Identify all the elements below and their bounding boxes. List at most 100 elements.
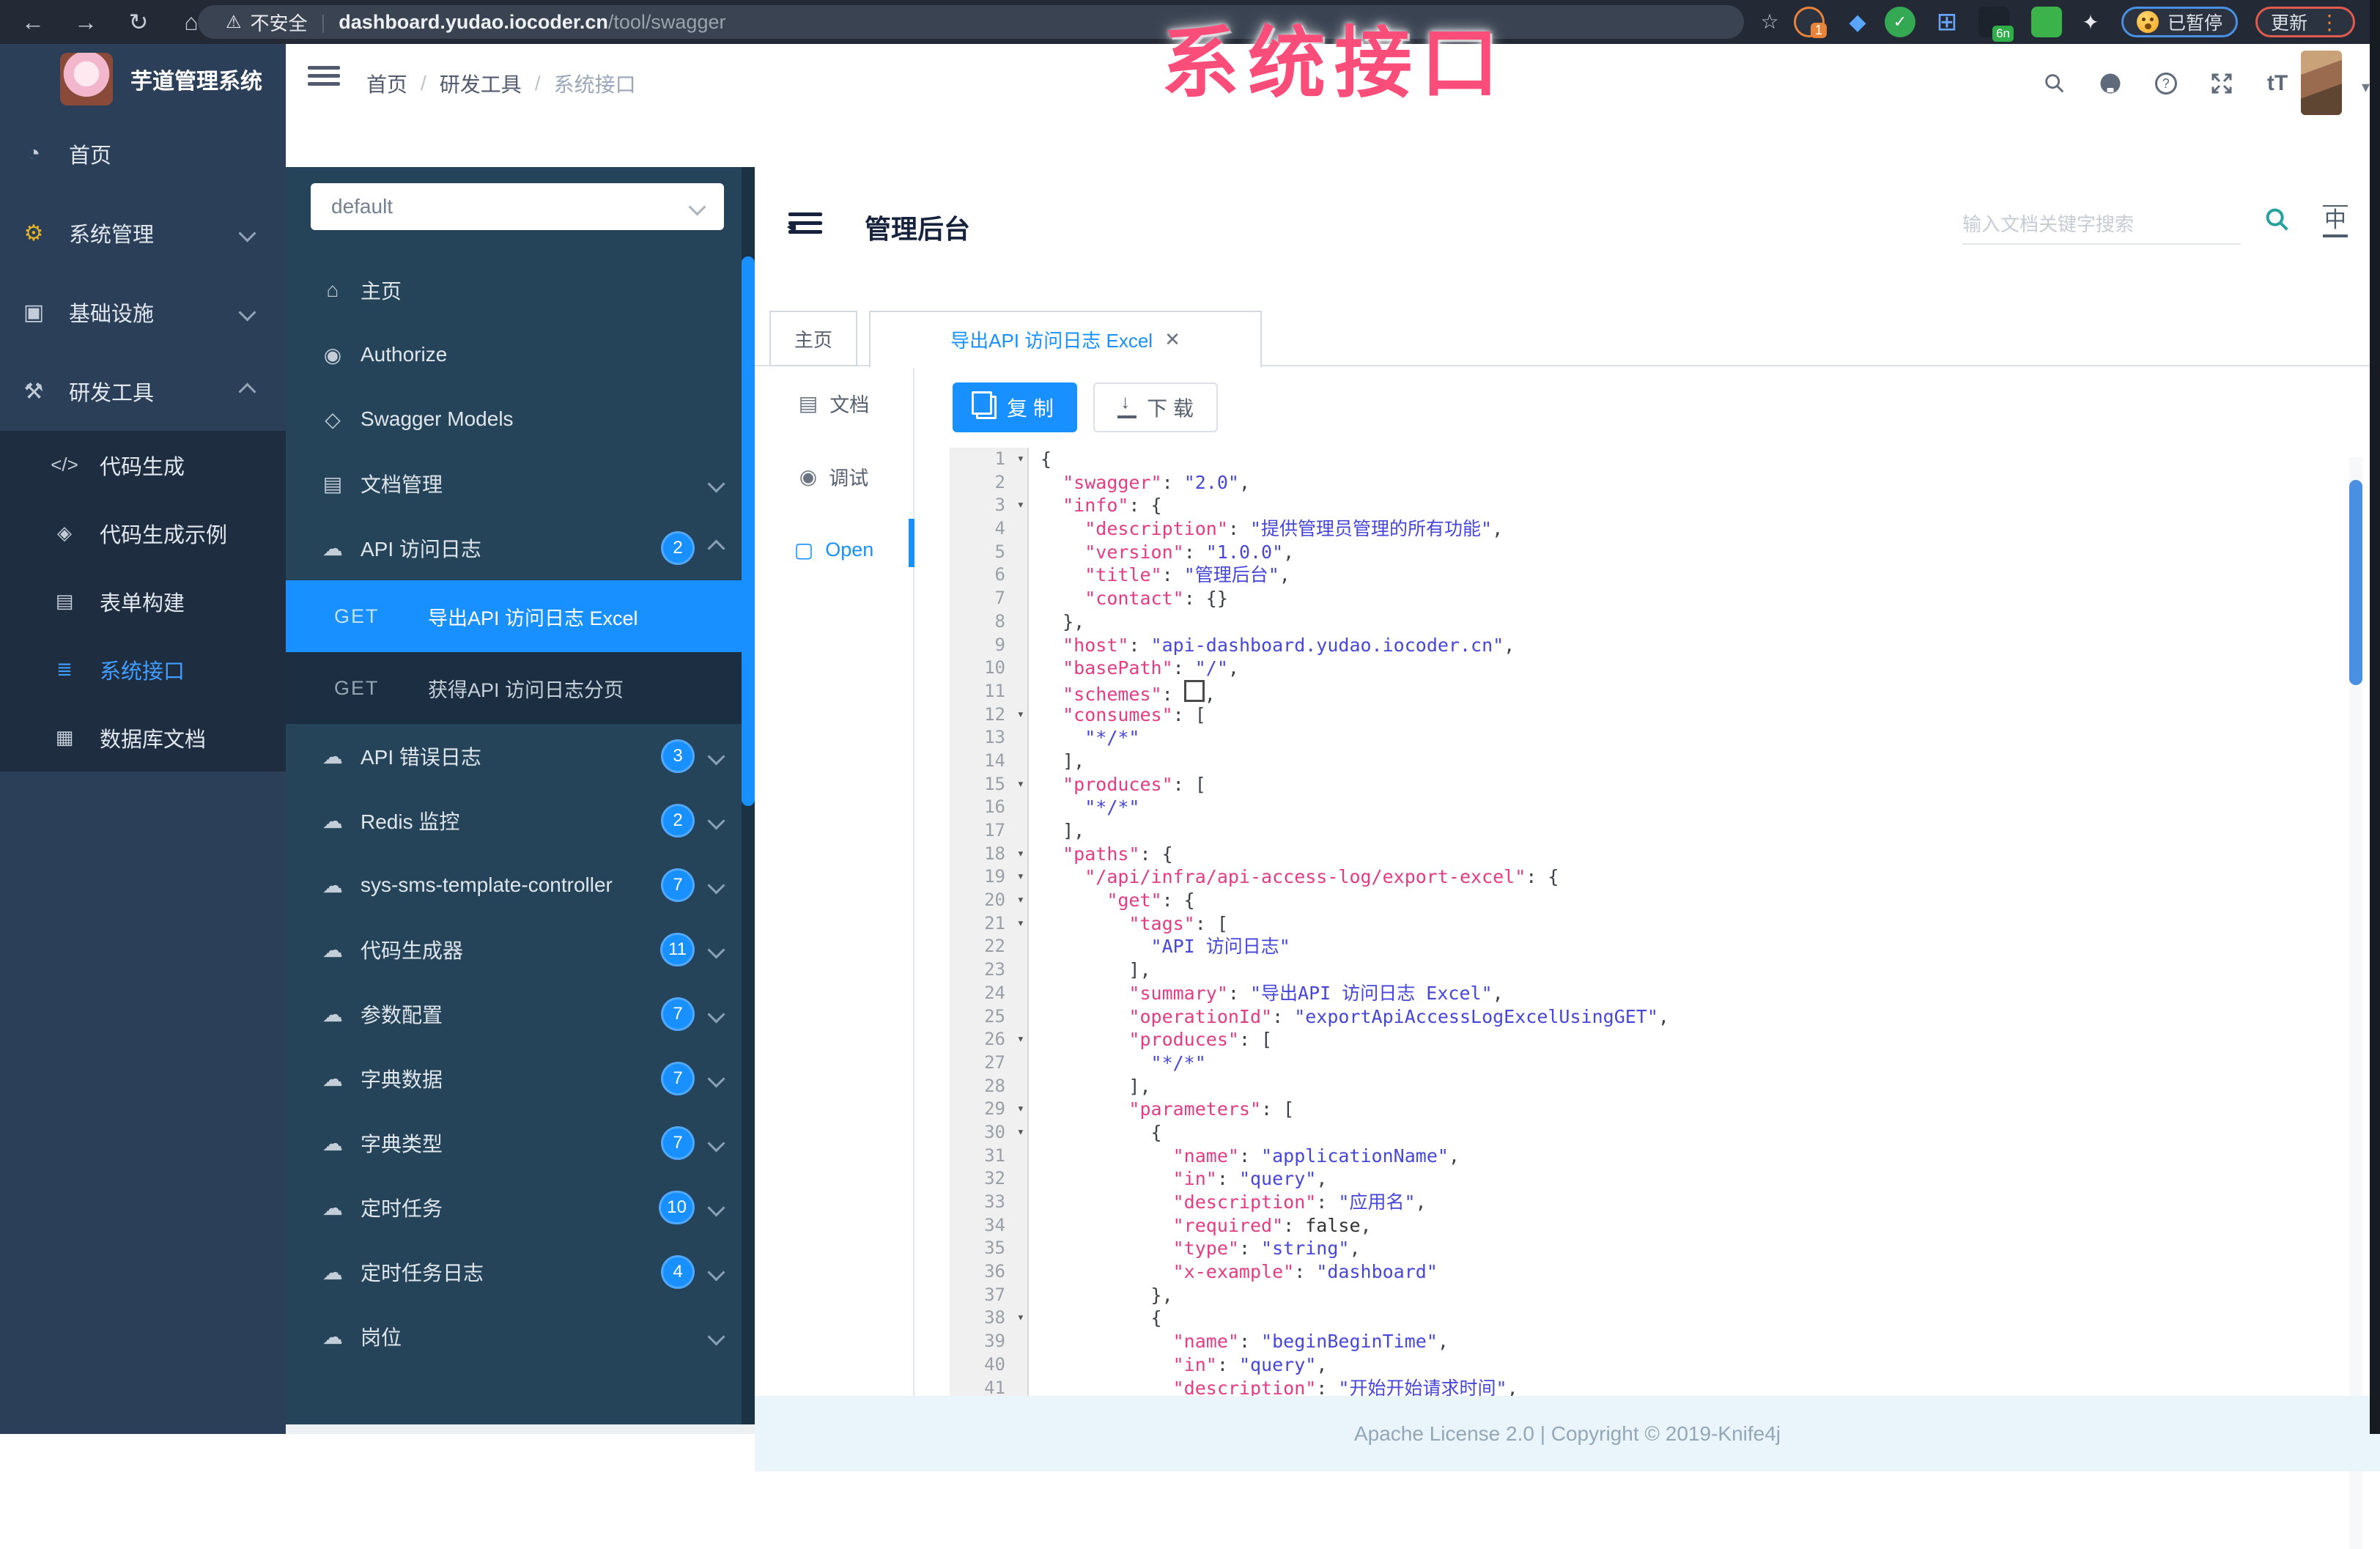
swagger-group-item[interactable]: ☁ sys-sms-template-controller 7 [286,853,742,917]
sidebar-scrollbar-thumb[interactable] [742,256,755,806]
sidebar-item-home[interactable]: ◔ 首页 [0,114,286,193]
code-line: 28 ], [950,1074,2370,1098]
reload-icon[interactable]: ↻ [122,6,155,38]
extension-icon[interactable]: ◆ [1842,7,1873,37]
code-content: "title": "管理后台", [1029,563,1290,587]
doc-tab[interactable]: 主页 [769,311,857,366]
swagger-group-item[interactable]: ☁ Redis 监控 2 [286,788,742,853]
editor-scrollbar-thumb[interactable] [2349,480,2362,685]
api-group-select[interactable]: default [311,183,724,230]
token: "x-example" [1172,1261,1295,1283]
sidebar-item-label: 研发工具 [69,382,155,405]
language-toggle-icon[interactable]: 中 [2323,205,2348,237]
line-number: 15 ▾ [950,772,1029,796]
swagger-group-item[interactable]: ☁ 字典类型 7 [286,1111,742,1175]
line-number: 30 ▾ [950,1120,1029,1145]
sidebar-item-system-management[interactable]: ⚙ 系统管理 [0,193,286,273]
chevron-down-icon [707,1327,725,1346]
sidebar-item-dev-tools[interactable]: ⚒ 研发工具 [0,352,286,431]
browser-update-button[interactable]: 更新 ⋮ [2255,7,2356,37]
token: : [1238,1238,1262,1260]
doc-search-icon[interactable] [2263,205,2292,238]
sidebar-item-infrastructure[interactable]: ▣ 基础设施 [0,273,286,352]
font-size-icon[interactable]: tT [2263,69,2292,98]
code-line: 29 ▾ "parameters": [ [950,1098,2370,1121]
swagger-item-swagger-models[interactable]: ◇ Swagger Models [286,387,742,451]
token: ], [1041,1075,1151,1097]
line-number: 34 [950,1213,1029,1238]
swagger-json-editor[interactable]: 1 ▾{2 "swagger": "2.0", 3 ▾ "info": {4 "des… [950,448,2370,1396]
swagger-item-authorize[interactable]: ◉ Authorize [286,322,742,387]
bookmark-star-icon[interactable]: ☆ [1753,6,1786,38]
download-button[interactable]: 下 载 [1093,382,1218,432]
help-icon[interactable]: ? [2151,69,2181,98]
breadcrumb-item[interactable]: 系统接口 [554,69,636,98]
swagger-item-swagger-home[interactable]: ⌂ 主页 [286,258,742,322]
forward-icon[interactable]: → [69,6,103,38]
github-icon[interactable] [2096,69,2125,98]
copy-button[interactable]: 复 制 [953,382,1077,432]
sidebar-item-database-doc[interactable]: ▦ 数据库文档 [0,703,286,772]
avatar-caret-icon[interactable]: ▾ [2362,78,2370,97]
swagger-group-item[interactable]: ☁ 定时任务 10 [286,1175,742,1240]
swagger-group-item[interactable]: ☁ API 错误日志 3 [286,724,742,788]
breadcrumb-item[interactable]: 首页 [366,69,407,98]
fullscreen-icon[interactable] [2207,69,2236,98]
mini-tab-doc[interactable]: ▤ 文档 [755,366,913,440]
menu-item-label: 字典类型 [361,1133,443,1156]
extension-icon[interactable]: ✓ [1885,7,1915,37]
profile-paused-chip[interactable]: 已暂停 [2121,7,2239,37]
extension-icon[interactable]: ⊞ [1932,7,1962,37]
api-operation-row[interactable]: GET 导出API 访问日志 Excel [286,580,742,652]
token: "version" [1084,541,1184,563]
swagger-group-api-access-log[interactable]: ☁ API 访问日志 2 [286,516,742,580]
user-avatar[interactable] [2301,51,2342,115]
mini-tab-debug[interactable]: ◉ 调试 [755,440,913,513]
code-line: 3 ▾ "info": { [950,494,2370,518]
breadcrumb-item[interactable]: 研发工具 [440,69,522,98]
sidebar-collapse-icon[interactable] [308,66,340,92]
swagger-item-doc-management[interactable]: ▤ 文档管理 [286,451,742,516]
swagger-group-item[interactable]: ☁ 参数配置 7 [286,982,742,1046]
extension-icon[interactable]: ✦ [2075,7,2106,37]
extension-icon[interactable]: 6n [1978,7,2014,42]
extension-icon[interactable] [2031,7,2062,37]
swagger-group-item[interactable]: ☁ 岗位 [286,1304,742,1369]
line-number: 24 [950,981,1029,1005]
doc-search-input[interactable]: 输入文档关键字搜索 [1962,202,2241,245]
cloud-icon: ☁ [322,938,343,961]
token: "api-dashboard.yudao.iocoder.cn" [1150,634,1504,656]
swagger-group-item[interactable]: ☁ 字典数据 7 [286,1046,742,1111]
search-icon[interactable] [2040,69,2069,98]
sidebar-item-system-api[interactable]: ≣ 系统接口 [0,635,286,703]
code-content: "API 访问日志" [1029,935,1290,958]
mini-tab-open[interactable]: ▢ Open [755,513,913,586]
back-icon[interactable]: ← [16,6,50,38]
extension-icon[interactable]: 1 [1794,7,1827,38]
api-operation-row[interactable]: GET 获得API 访问日志分页 [286,652,742,724]
token: { [1150,1121,1162,1143]
browser-menu-icon[interactable]: ⋮ [2319,10,2340,34]
code-content: "name": "beginBeginTime", [1029,1330,1449,1353]
sidebar-item-code-generation-demo[interactable]: ◈ 代码生成示例 [0,499,286,567]
chevron-down-icon [707,747,725,766]
doc-tab[interactable]: 导出API 访问日志 Excel ✕ [869,311,1262,368]
menu-item-label: API 错误日志 [361,746,481,769]
logo-row[interactable]: 芋道管理系统 [0,44,286,114]
swagger-group-item[interactable]: ☁ 定时任务日志 4 [286,1240,742,1304]
sidebar-item-code-generation[interactable]: </> 代码生成 [0,431,286,499]
address-bar[interactable]: ⚠ 不安全 | dashboard.yudao.iocoder.cn/tool/… [198,5,1744,39]
code-content: "required": false, [1029,1214,1372,1238]
swagger-group-item[interactable]: ☁ 代码生成器 11 [286,917,742,982]
sidebar-item-form-builder[interactable]: ▤ 表单构建 [0,567,286,635]
token: , [1507,1377,1518,1397]
token: "API 访问日志" [1150,936,1290,958]
token: "get" [1106,890,1162,912]
code-content: "*/*" [1029,726,1139,750]
doc-collapse-icon[interactable] [787,212,822,240]
